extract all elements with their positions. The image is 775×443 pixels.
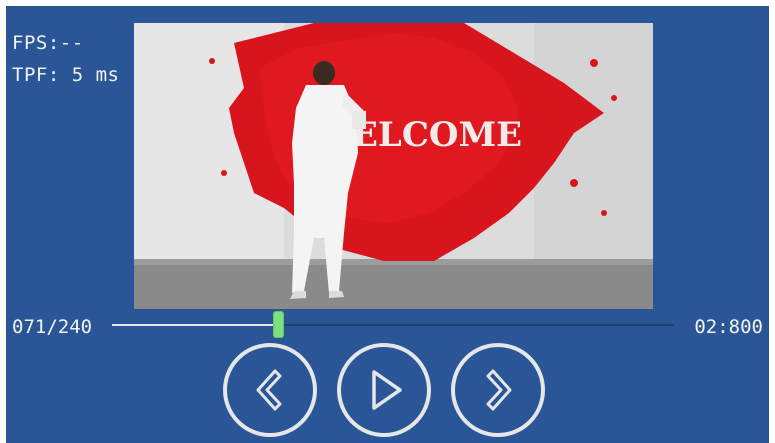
video-frame-image: ELCOME (134, 23, 653, 309)
chevron-left-icon (223, 343, 317, 437)
player-screen: FPS:-- TPF: 5 ms ELCOME 071/240 02:800 (6, 6, 769, 443)
tpf-label: TPF: 5 ms (12, 64, 120, 86)
video-frame: ELCOME (134, 23, 653, 309)
play-button[interactable] (336, 342, 432, 438)
play-icon (337, 343, 431, 437)
chevron-right-icon (451, 343, 545, 437)
previous-button[interactable] (222, 342, 318, 438)
time-label: 02:800 (694, 316, 763, 338)
fps-label: FPS:-- (12, 32, 84, 54)
frame-counter: 071/240 (12, 316, 93, 338)
progress-bar[interactable] (112, 311, 674, 338)
playback-controls (6, 342, 769, 442)
progress-thumb[interactable] (273, 311, 285, 338)
next-button[interactable] (450, 342, 546, 438)
video-overlay-text: ELCOME (352, 115, 522, 155)
progress-fill (112, 324, 279, 326)
